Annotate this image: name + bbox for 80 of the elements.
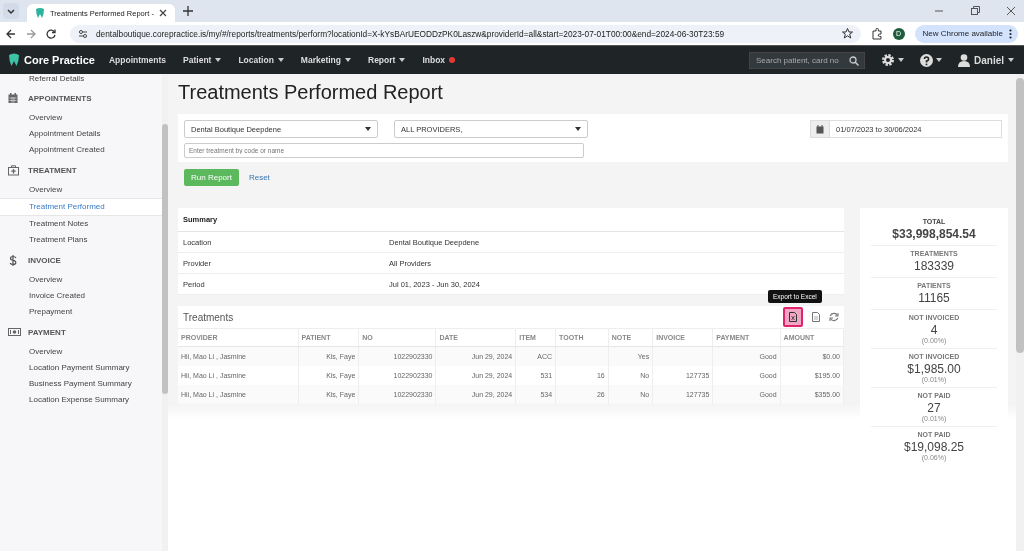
alert-dot-icon (449, 57, 456, 63)
sidebar-link[interactable]: Business Payment Summary (0, 376, 162, 392)
update-button[interactable]: New Chrome available (914, 24, 1018, 43)
sidebar-link[interactable]: Overview (0, 182, 162, 198)
stat-value: 4 (929, 323, 939, 337)
help-icon (920, 53, 933, 67)
stat-value: 183339 (912, 259, 955, 273)
money-icon (8, 327, 21, 338)
user-menu[interactable]: Daniel (958, 53, 1014, 67)
sidebar-link[interactable]: Overview (0, 272, 162, 288)
sidebar-section-title: PAYMENT (28, 328, 66, 337)
medkit-icon (8, 165, 21, 176)
calendar-icon (8, 93, 21, 104)
sidebar-link[interactable]: Treatment Plans (0, 232, 162, 248)
calendar-icon (816, 124, 824, 134)
sidebar-link[interactable]: Invoice Created (0, 288, 162, 304)
nav-menu-item[interactable]: Inbox (422, 55, 456, 65)
tooth-icon (35, 7, 45, 19)
sidebar-link[interactable]: Treatment Notes (0, 216, 162, 232)
sidebar-section-title: INVOICE (28, 256, 61, 265)
sidebar-link[interactable]: Overview (0, 110, 162, 126)
tooth-logo-icon (8, 53, 20, 67)
sidebar-link[interactable]: Appointment Created (0, 142, 162, 158)
caret-icon (399, 58, 406, 62)
settings-icon (881, 53, 895, 67)
star-icon[interactable] (841, 28, 853, 39)
caret-icon (936, 58, 942, 62)
url-text: dentalboutique.corepractice.is/my/#/reports/treatments/perform?locationId=X-kYsBArUEODDzPK0Laszw&providerId=all&start=2023-07-01T00:00&end=2024-06-30T23:59 (96, 28, 725, 39)
sidebar-section-title: TREATMENT (28, 166, 77, 175)
caret-icon (898, 58, 904, 62)
page-title: Treatments Performed Report (178, 81, 444, 104)
restore-icon[interactable] (970, 6, 980, 16)
section-title: Treatments (183, 311, 234, 323)
scrollbar-thumb[interactable] (1016, 78, 1024, 353)
sidebar-link[interactable]: Treatment Performed (0, 198, 162, 216)
forward-icon[interactable] (26, 28, 36, 39)
caret-icon (345, 58, 351, 62)
reset-link[interactable]: Reset (248, 173, 270, 182)
stat-value: $19,098.25 (902, 440, 966, 454)
caret-icon (277, 58, 284, 62)
nav-menu-item[interactable]: Appointments (108, 55, 167, 65)
reload-icon[interactable] (46, 28, 56, 39)
refresh-icon[interactable] (829, 312, 839, 322)
sidebar-link[interactable]: Location Expense Summary (0, 392, 162, 408)
extensions-icon[interactable] (870, 27, 883, 40)
user-icon (958, 53, 970, 67)
sidebar-link[interactable]: Overview (0, 344, 162, 360)
tab-list-icon[interactable] (3, 3, 19, 19)
back-icon[interactable] (6, 28, 16, 39)
close-icon[interactable] (1006, 6, 1016, 16)
stat-value: $33,998,854.54 (891, 227, 977, 241)
new-tab-icon[interactable] (183, 6, 193, 16)
stat-value: 27 (926, 401, 942, 415)
caret-icon (365, 127, 371, 131)
search-field[interactable]: Search patient, card no (749, 51, 865, 69)
address-bar[interactable]: dentalboutique.corepractice.is/my/#/reports/treatments/perform?locationId=X-kYsBArUEODDzPK0Laszw&providerId=all&start=2023-07-01T00:00&end=2024-06-30T23:59 (70, 24, 861, 43)
nav-menu-item[interactable]: Marketing (300, 55, 351, 65)
search-icon[interactable] (849, 55, 859, 66)
file-icon[interactable] (812, 312, 820, 322)
caret-icon (1008, 58, 1014, 62)
nav-menu-item[interactable]: Patient (183, 55, 222, 65)
more-icon (1009, 28, 1012, 39)
caret-icon (575, 127, 581, 131)
sidebar-link[interactable]: Referral Details (0, 74, 162, 86)
settings-menu[interactable] (881, 53, 904, 67)
nav-menu-item[interactable]: Location (238, 55, 284, 65)
nav-menu-item[interactable]: Report (368, 55, 406, 65)
sidebar-link[interactable]: Prepayment (0, 304, 162, 320)
help-menu[interactable] (920, 53, 942, 67)
close-icon[interactable] (159, 9, 167, 17)
sidebar-link[interactable]: Appointment Details (0, 126, 162, 142)
sidebar-section-title: APPOINTMENTS (28, 94, 92, 103)
site-settings-icon (78, 28, 88, 39)
brand-name: Core Practice (24, 54, 95, 66)
scrollbar-thumb[interactable] (162, 124, 168, 394)
excel-file-icon (789, 312, 797, 322)
stat-value: $1,985.00 (906, 362, 962, 376)
caret-icon (215, 58, 222, 62)
stat-value: 11165 (917, 291, 951, 305)
sidebar-link[interactable]: Location Payment Summary (0, 360, 162, 376)
